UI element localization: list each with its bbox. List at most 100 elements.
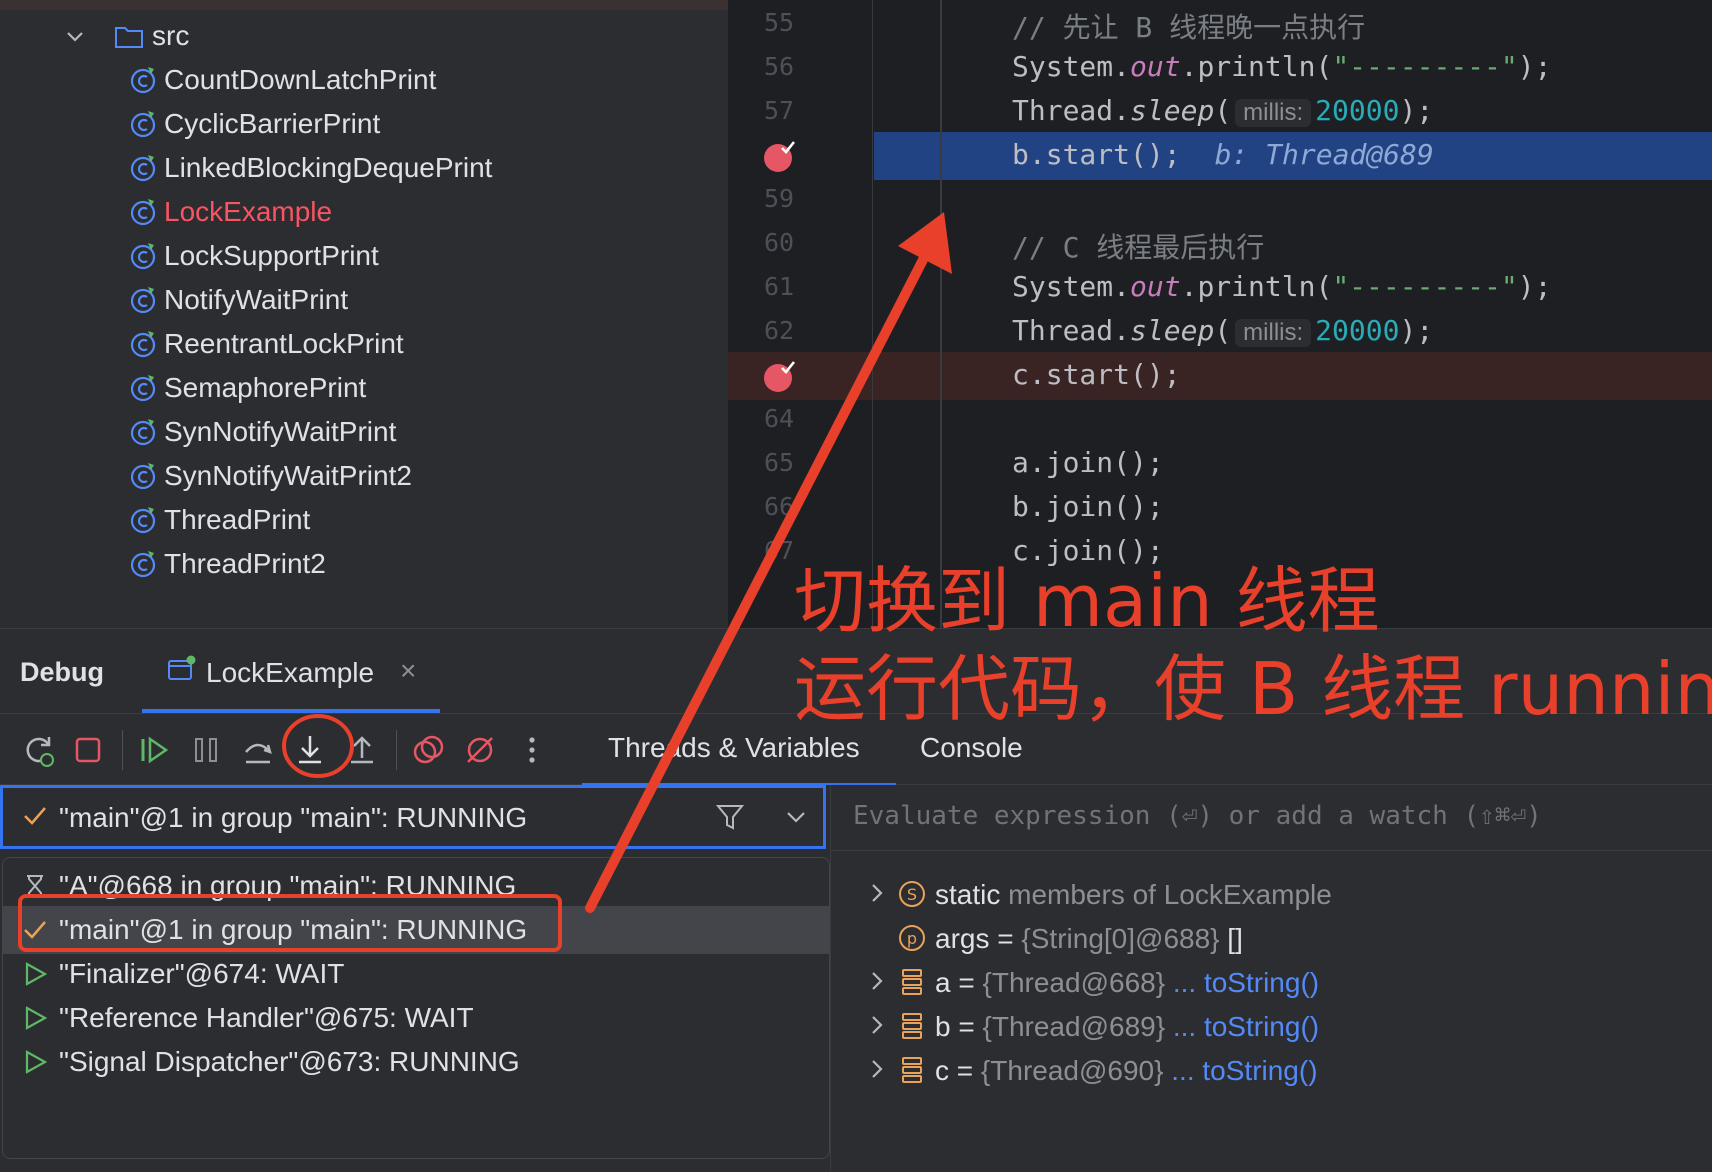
tree-item-class[interactable]: SynNotifyWaitPrint2 <box>128 452 412 500</box>
gutter[interactable] <box>728 352 874 400</box>
breakpoint-icon[interactable] <box>762 138 798 174</box>
code-token: b.join(); <box>1012 490 1164 523</box>
tab-console[interactable]: Console <box>920 732 1023 764</box>
gutter[interactable]: 57 <box>728 88 874 136</box>
variable-equals: = <box>989 923 1022 954</box>
step-over-icon[interactable] <box>238 730 278 770</box>
thread-row[interactable]: "main"@1 in group "main": RUNNING <box>3 906 829 954</box>
code-line[interactable]: 61 System.out.println("---------"); <box>728 264 1712 312</box>
code-token: .println( <box>1180 270 1333 303</box>
parameter-hint: millis: <box>1235 319 1312 347</box>
step-into-icon[interactable] <box>290 730 330 770</box>
code-line[interactable]: b.start(); b: Thread@689 <box>728 132 1712 180</box>
tree-item-class[interactable]: ThreadPrint <box>128 496 310 544</box>
tree-item-class[interactable]: LockSupportPrint <box>128 232 379 280</box>
thread-row[interactable]: "A"@668 in group "main": RUNNING <box>3 862 829 910</box>
thread-row[interactable]: "Signal Dispatcher"@673: RUNNING <box>3 1038 829 1086</box>
stop-icon[interactable] <box>68 730 108 770</box>
code-line[interactable]: 66 b.join(); <box>728 484 1712 532</box>
run-config-icon <box>166 655 196 685</box>
more-icon[interactable] <box>512 730 552 770</box>
code-token: System. <box>1012 270 1131 303</box>
gutter[interactable] <box>728 132 874 180</box>
code-line[interactable]: c.start(); <box>728 352 1712 400</box>
java-class-icon <box>128 285 158 315</box>
code-line[interactable]: 62 Thread.sleep(millis: 20000); <box>728 308 1712 356</box>
gutter[interactable]: 62 <box>728 308 874 356</box>
tree-item-class[interactable]: CyclicBarrierPrint <box>128 100 380 148</box>
tree-item-class[interactable]: ThreadPrint2 <box>128 540 326 588</box>
code-line[interactable]: 57 Thread.sleep(millis: 20000); <box>728 88 1712 136</box>
chevron-right-icon[interactable] <box>865 881 889 905</box>
code-text: b.start(); b: Thread@689 <box>1012 138 1434 171</box>
gutter[interactable]: 65 <box>728 440 874 488</box>
variable-equals: = <box>950 967 983 998</box>
resume-icon[interactable] <box>134 730 174 770</box>
field-icon <box>897 967 927 997</box>
gutter[interactable]: 64 <box>728 396 874 444</box>
variable-row[interactable]: b = {Thread@689} ... toString() <box>831 1003 1712 1051</box>
tostring-link[interactable]: ... toString() <box>1165 967 1319 998</box>
gutter[interactable]: 61 <box>728 264 874 312</box>
tree-item-label: SynNotifyWaitPrint2 <box>164 460 412 491</box>
thread-row[interactable]: "Reference Handler"@675: WAIT <box>3 994 829 1042</box>
variable-row[interactable]: c = {Thread@690} ... toString() <box>831 1047 1712 1095</box>
play-outline-icon <box>21 1048 49 1076</box>
gutter[interactable]: 56 <box>728 44 874 92</box>
code-line[interactable]: 64 <box>728 396 1712 444</box>
variable-row[interactable]: Sstatic members of LockExample <box>831 871 1712 919</box>
variable-row[interactable]: a = {Thread@668} ... toString() <box>831 959 1712 1007</box>
code-line[interactable]: 65 a.join(); <box>728 440 1712 488</box>
gutter[interactable]: 60 <box>728 220 874 268</box>
tree-item-class[interactable]: NotifyWaitPrint <box>128 276 348 324</box>
code-line[interactable]: 56 System.out.println("---------"); <box>728 44 1712 92</box>
variables-panel: Evaluate expression (⏎) or add a watch (… <box>830 785 1712 1172</box>
code-line[interactable]: 59 <box>728 176 1712 224</box>
code-comment: // 先让 B 线程晚一点执行 <box>1012 11 1366 44</box>
thread-selector[interactable]: "main"@1 in group "main": RUNNING <box>0 785 826 849</box>
tree-item-label: LockSupportPrint <box>164 240 379 271</box>
code-editor[interactable]: 55 // 先让 B 线程晚一点执行 56 System.out.println("-… <box>728 0 1712 628</box>
variable-name: static <box>935 879 1001 910</box>
code-line[interactable]: 55 // 先让 B 线程晚一点执行 <box>728 0 1712 48</box>
evaluate-placeholder: Evaluate expression (⏎) or add a watch (… <box>853 801 1542 831</box>
step-out-icon[interactable] <box>342 730 382 770</box>
tree-item-class[interactable]: LockExample <box>128 188 332 236</box>
tree-item-class[interactable]: ReentrantLockPrint <box>128 320 404 368</box>
variable-value-tail: [] <box>1219 923 1243 954</box>
chevron-down-icon[interactable] <box>64 25 86 47</box>
variable-row[interactable]: p args = {String[0]@688} [] <box>831 915 1712 963</box>
code-text: Thread.sleep(millis: 20000); <box>1012 94 1433 127</box>
tree-item-class[interactable]: SemaphorePrint <box>128 364 366 412</box>
tree-item-class[interactable]: SynNotifyWaitPrint <box>128 408 396 456</box>
pause-icon[interactable] <box>186 730 226 770</box>
mute-breakpoints-icon[interactable] <box>460 730 500 770</box>
tostring-link[interactable]: ... toString() <box>1163 1055 1317 1086</box>
tostring-link[interactable]: ... toString() <box>1165 1011 1319 1042</box>
tree-item-label: LockExample <box>164 196 333 227</box>
evaluate-expression-input[interactable]: Evaluate expression (⏎) or add a watch (… <box>831 785 1712 851</box>
tab-debug-session[interactable]: LockExample × <box>142 629 440 713</box>
inline-debug-value: b: Thread@689 <box>1214 138 1434 171</box>
breakpoint-icon[interactable] <box>762 358 798 394</box>
project-tree: src CountDownLatchPrint CyclicBarrierPrin… <box>0 0 728 628</box>
close-icon[interactable]: × <box>400 655 416 687</box>
tree-folder-src[interactable]: src <box>64 12 189 60</box>
java-class-icon <box>128 241 158 271</box>
code-token: ); <box>1517 270 1552 303</box>
rerun-icon[interactable] <box>18 730 58 770</box>
thread-row[interactable]: "Finalizer"@674: WAIT <box>3 950 829 998</box>
gutter[interactable]: 55 <box>728 0 874 48</box>
chevron-right-icon[interactable] <box>865 969 889 993</box>
tree-item-class[interactable]: CountDownLatchPrint <box>128 56 436 104</box>
code-line[interactable]: 60 // C 线程最后执行 <box>728 220 1712 268</box>
tree-item-class[interactable]: LinkedBlockingDequePrint <box>128 144 492 192</box>
chevron-right-icon[interactable] <box>865 1013 889 1037</box>
gutter[interactable]: 66 <box>728 484 874 532</box>
filter-icon[interactable] <box>715 802 745 832</box>
gutter[interactable]: 59 <box>728 176 874 224</box>
view-breakpoints-icon[interactable] <box>408 730 448 770</box>
annotation-text-line2: 运行代码，使 B 线程 running <box>794 647 1712 731</box>
chevron-down-icon[interactable] <box>783 804 809 830</box>
chevron-right-icon[interactable] <box>865 1057 889 1081</box>
